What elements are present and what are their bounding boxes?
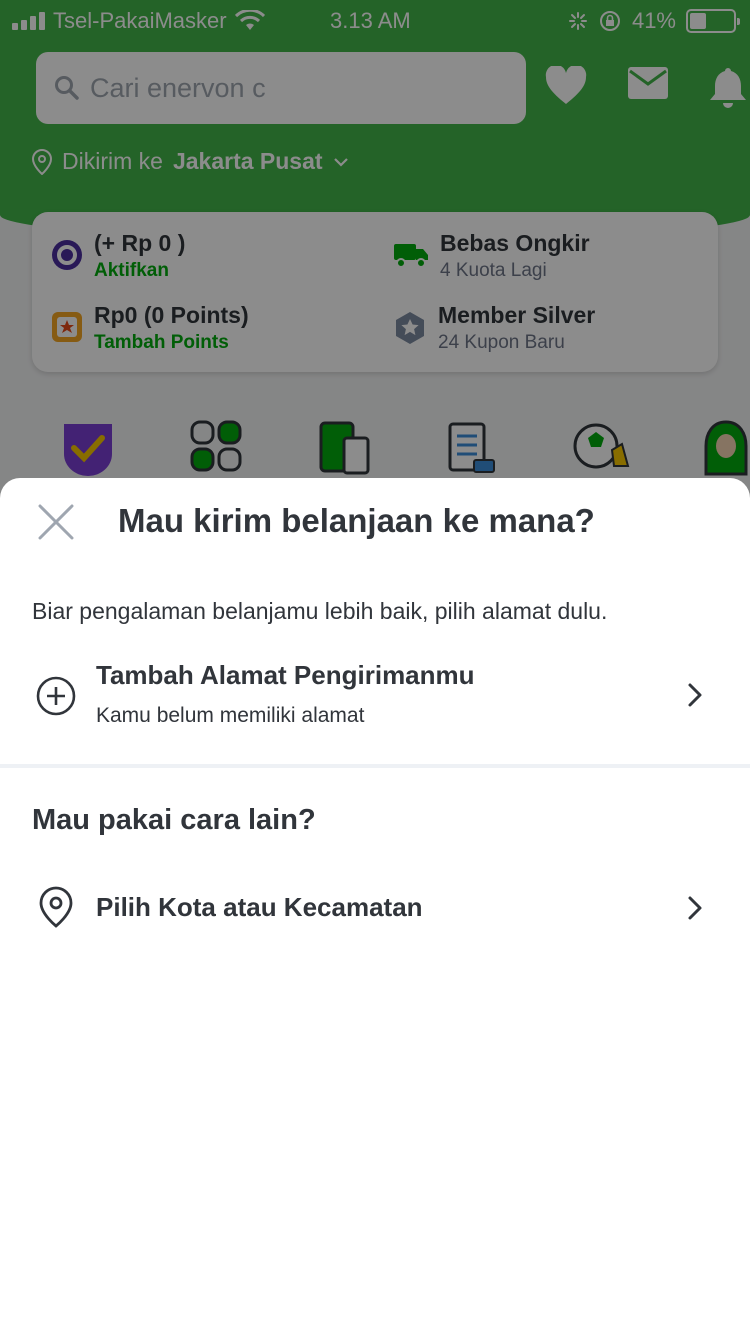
chevron-right-icon <box>688 683 702 707</box>
add-circle-icon <box>36 676 76 716</box>
add-address-title: Tambah Alamat Pengirimanmu <box>96 660 475 690</box>
close-icon[interactable] <box>34 500 78 544</box>
alternative-section-title: Mau pakai cara lain? <box>32 804 316 836</box>
sheet-title: Mau kirim belanjaan ke mana? <box>118 502 595 539</box>
choose-city-label: Pilih Kota atau Kecamatan <box>96 892 423 922</box>
sheet-description: Biar pengalaman belanjamu lebih baik, pi… <box>32 598 608 624</box>
add-address-subtitle: Kamu belum memiliki alamat <box>96 704 365 727</box>
add-address-row[interactable]: Tambah Alamat Pengirimanmu Kamu belum me… <box>0 654 750 734</box>
address-bottom-sheet: Mau kirim belanjaan ke mana? Biar pengal… <box>0 478 750 1334</box>
section-divider <box>0 764 750 768</box>
chevron-right-icon <box>688 896 702 920</box>
choose-city-row[interactable]: Pilih Kota atau Kecamatan <box>0 878 750 938</box>
location-pin-icon <box>39 886 73 928</box>
